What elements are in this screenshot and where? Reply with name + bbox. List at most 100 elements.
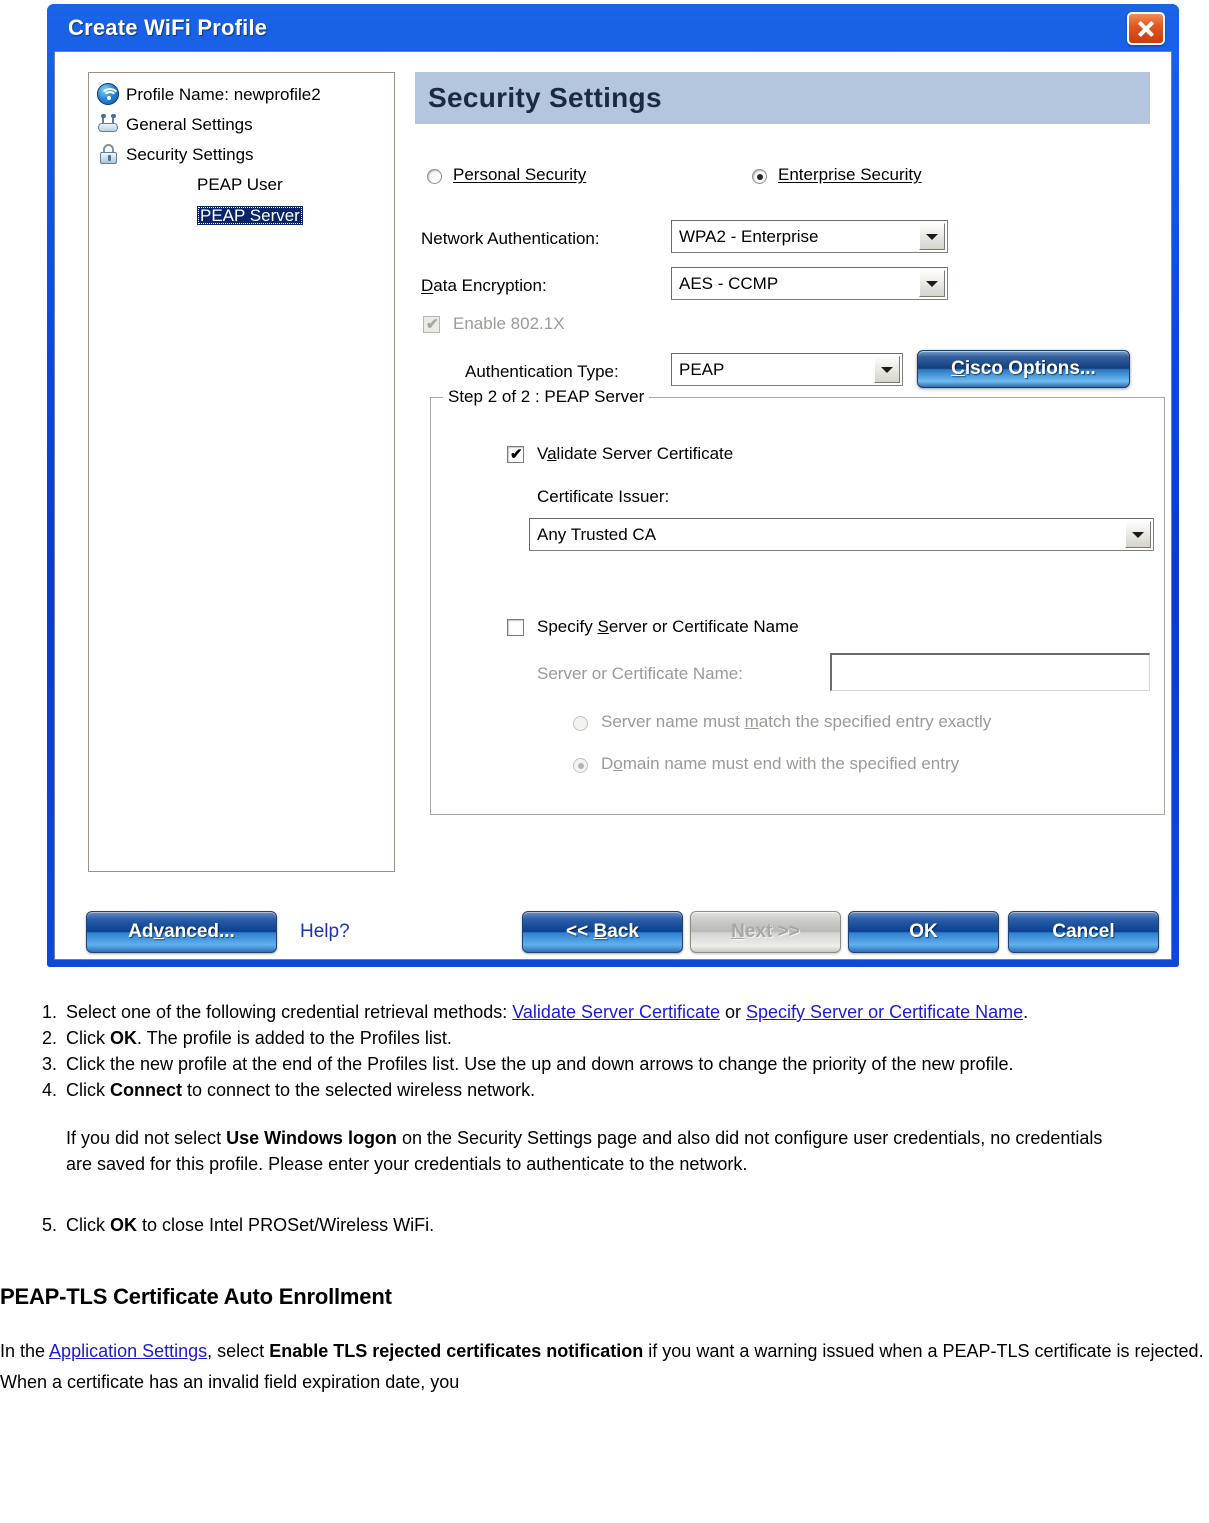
radio-server-name-exact-match (573, 716, 588, 731)
list-item: 5. Click OK to close Intel PROSet/Wireles… (42, 1213, 1209, 1238)
list-marker: 1. (41, 1002, 57, 1022)
inline-link[interactable]: Validate Server Certificate (512, 1002, 720, 1022)
bold-text: OK (110, 1028, 137, 1048)
chevron-down-icon[interactable] (1125, 521, 1151, 548)
list-marker: 5. (41, 1215, 57, 1235)
tree-item-security-settings[interactable]: Security Settings (97, 140, 254, 168)
validate-server-certificate-checkbox[interactable]: ✔ (507, 446, 524, 463)
text: If you did not select (66, 1128, 227, 1148)
enable-8021x-checkbox: ✔ (423, 316, 440, 333)
chevron-down-icon[interactable] (874, 356, 900, 383)
next-label-rest: ext >> (744, 921, 800, 942)
list-item: 1. Select one of the following credential… (42, 1000, 1209, 1025)
server-or-certificate-name-input[interactable] (830, 653, 1150, 691)
close-icon[interactable] (1127, 12, 1165, 45)
label-specify-server-name: Specify Server or Certificate Name (537, 617, 799, 636)
certificate-issuer-value: Any Trusted CA (537, 524, 657, 544)
section-heading: PEAP-TLS Certificate Auto Enrollment (0, 1284, 392, 1309)
label-authentication-type: Authentication Type: (465, 362, 619, 381)
tree-item-label: PEAP User (197, 174, 283, 194)
tree-item-peap-user[interactable]: PEAP User (197, 170, 283, 198)
label-server-or-certificate-name: Server or Certificate Name: (537, 664, 743, 683)
label-personal-security: Personal Security (453, 165, 587, 184)
page-title: Security Settings (428, 82, 662, 113)
data-encryption-select[interactable]: AES - CCMP (671, 267, 948, 300)
exact-label-rest: atch the specified entry exactly (758, 712, 992, 731)
network-authentication-select[interactable]: WPA2 - Enterprise (671, 220, 948, 253)
groupbox-title: Step 2 of 2 : PEAP Server (443, 387, 650, 407)
step-5-wrapper: 5. Click OK to close Intel PROSet/Wireles… (0, 1213, 1209, 1238)
bold-text: OK (110, 1215, 137, 1235)
list-marker: 2. (41, 1028, 57, 1048)
cancel-button[interactable]: Cancel (1008, 911, 1159, 953)
text: to connect to the selected wireless netw… (182, 1080, 536, 1100)
label-certificate-issuer: Certificate Issuer: (537, 487, 670, 506)
note-paragraph: If you did not select Use Windows logon … (66, 1125, 1126, 1177)
domain-label-rest: main name must end with the specified en… (622, 754, 960, 773)
text: Click (66, 1215, 110, 1235)
label-enterprise-security: Enterprise Security (778, 165, 922, 184)
back-button[interactable]: << Back (522, 911, 683, 953)
dialog-title: Create WiFi Profile (68, 15, 268, 40)
radio-personal-security[interactable] (427, 169, 442, 184)
create-wifi-profile-dialog: Create WiFi Profile Profile Name: newpro… (47, 4, 1179, 967)
inline-link[interactable]: Specify Server or Certificate Name (746, 1002, 1023, 1022)
tree-item-label: PEAP Server (197, 205, 303, 225)
text: Select one of the following credential r… (66, 1002, 513, 1022)
authentication-type-select[interactable]: PEAP (671, 353, 903, 386)
label-validate-server-certificate: Validate Server Certificate (537, 444, 734, 463)
text: or (720, 1002, 747, 1022)
radio-domain-name-suffix-match (573, 758, 588, 773)
certificate-issuer-select[interactable]: Any Trusted CA (529, 518, 1154, 551)
help-link[interactable]: Help? (300, 921, 350, 943)
data-encryption-rest: ata Encryption: (433, 276, 547, 295)
authentication-type-value: PEAP (679, 359, 725, 379)
text: , select (207, 1341, 270, 1361)
profile-tree[interactable]: Profile Name: newprofile2 General Settin… (88, 72, 395, 872)
instruction-list: 1. Select one of the following credential… (0, 1000, 1209, 1103)
bold-text: Enable TLS rejected certificates notific… (269, 1341, 644, 1361)
label-enable-8021x: Enable 802.1X (453, 314, 565, 333)
text: Click (66, 1028, 110, 1048)
label-server-name-exact-match: Server name must match the specified ent… (601, 712, 992, 731)
next-button[interactable]: Next >> (690, 911, 841, 953)
pane-header: Security Settings (415, 72, 1150, 124)
text: In the (0, 1341, 50, 1361)
chevron-down-icon[interactable] (919, 270, 945, 297)
tree-item-label: Security Settings (126, 144, 254, 164)
cisco-options-button[interactable]: Cisco Options... (917, 350, 1130, 388)
data-encryption-value: AES - CCMP (679, 273, 779, 293)
document-body: 1. Select one of the following credential… (0, 1000, 1209, 1398)
tree-item-label: General Settings (126, 114, 253, 134)
tree-item-general-settings[interactable]: General Settings (97, 110, 253, 138)
tree-item-profile-name[interactable]: Profile Name: newprofile2 (97, 80, 321, 108)
router-icon (97, 113, 119, 135)
text: . (1023, 1002, 1029, 1022)
chevron-down-icon[interactable] (919, 223, 945, 250)
radio-enterprise-security[interactable] (752, 169, 767, 184)
network-authentication-value: WPA2 - Enterprise (679, 226, 819, 246)
advanced-label-rest: anced... (164, 921, 235, 942)
ok-button[interactable]: OK (848, 911, 999, 953)
peap-server-groupbox: Step 2 of 2 : PEAP Server ✔ Validate Ser… (430, 387, 1165, 815)
final-paragraph: In the Application Settings, select Enab… (0, 1336, 1209, 1398)
list-marker: 3. (41, 1054, 57, 1074)
instruction-list-continued: 5. Click OK to close Intel PROSet/Wireles… (0, 1213, 1209, 1238)
dialog-chrome: Create WiFi Profile Profile Name: newpro… (47, 4, 1179, 967)
specify-server-name-checkbox[interactable] (507, 619, 524, 636)
text: Click the new profile at the end of the … (66, 1054, 1014, 1074)
lock-icon (97, 143, 119, 165)
list-item: 2. Click OK. The profile is added to the … (42, 1026, 1209, 1051)
validate-label-rest: lidate Server Certificate (556, 444, 734, 463)
list-marker: 4. (41, 1080, 57, 1100)
list-item: 4. Click Connect to connect to the select… (42, 1078, 1209, 1103)
advanced-button[interactable]: Advanced... (86, 911, 277, 953)
dialog-titlebar: Create WiFi Profile (47, 4, 1179, 54)
tree-item-label: Profile Name: newprofile2 (126, 84, 321, 104)
cisco-options-label-rest: isco Options... (964, 358, 1096, 379)
list-item: 3. Click the new profile at the end of th… (42, 1052, 1209, 1077)
tree-item-peap-server[interactable]: PEAP Server (197, 201, 303, 229)
bold-text: Connect (110, 1080, 182, 1100)
inline-link[interactable]: Application Settings (49, 1341, 207, 1361)
wifi-icon (97, 83, 120, 105)
